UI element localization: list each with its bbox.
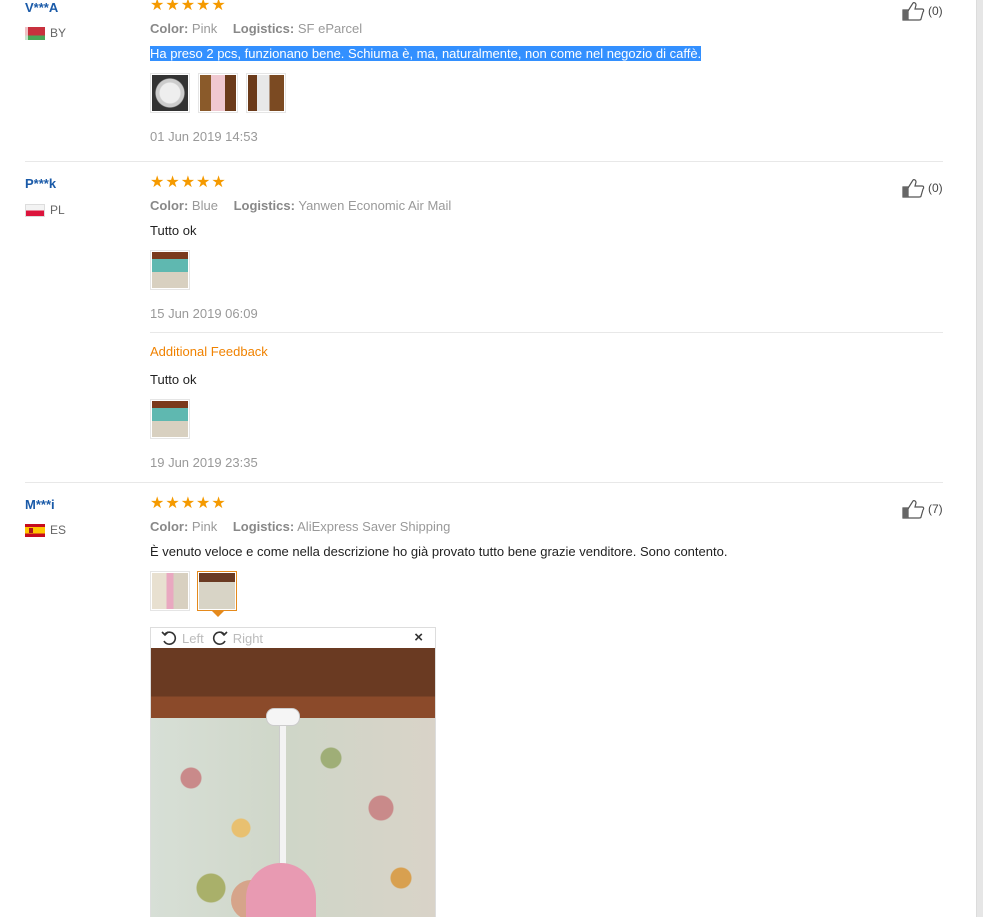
logistics-value: SF eParcel bbox=[297, 21, 363, 36]
rotate-left-label: Left bbox=[182, 630, 204, 646]
reviewer-name[interactable]: P***k bbox=[25, 176, 56, 191]
color-value: Blue bbox=[191, 198, 218, 213]
review-attributes: Color: Blue Logistics: Yanwen Economic A… bbox=[150, 198, 451, 213]
reviewer-country: BY bbox=[50, 26, 67, 40]
rotate-right-button[interactable]: Right bbox=[212, 630, 263, 646]
review-photo-large bbox=[151, 648, 435, 917]
review-photo-thumb[interactable] bbox=[150, 73, 190, 113]
rotate-left-icon bbox=[161, 631, 177, 645]
review-date: 01 Jun 2019 14:53 bbox=[150, 129, 258, 144]
logistics-label: Logistics: bbox=[232, 21, 295, 36]
review-attributes: Color: Pink Logistics: AliExpress Saver … bbox=[150, 519, 450, 534]
photo-viewer-toolbar: Left Right × bbox=[151, 628, 435, 648]
rotate-left-button[interactable]: Left bbox=[161, 630, 204, 646]
color-label: Color: bbox=[150, 198, 189, 213]
review-photo-thumb[interactable] bbox=[198, 73, 238, 113]
additional-feedback-text: Tutto ok bbox=[150, 372, 197, 387]
review-date: 15 Jun 2019 06:09 bbox=[150, 306, 258, 321]
review-photo-thumb[interactable] bbox=[246, 73, 286, 113]
helpful-button[interactable]: (0) bbox=[902, 178, 943, 198]
rating-stars: ★★★★★ bbox=[150, 174, 227, 191]
review-attributes: Color: Pink Logistics: SF eParcel bbox=[150, 21, 362, 36]
thumbs-up-icon bbox=[902, 500, 925, 519]
reviewer-name[interactable]: V***A bbox=[25, 0, 58, 15]
logistics-value: Yanwen Economic Air Mail bbox=[298, 198, 452, 213]
review-photo-thumb[interactable] bbox=[150, 250, 190, 290]
rotate-right-icon bbox=[212, 631, 228, 645]
close-icon[interactable]: × bbox=[414, 629, 423, 646]
flag-icon bbox=[25, 27, 45, 40]
color-value: Pink bbox=[191, 519, 218, 534]
reviewer-country: PL bbox=[50, 203, 65, 217]
reviewer-country: ES bbox=[50, 523, 67, 537]
review-text: È venuto veloce e come nella descrizione… bbox=[150, 544, 728, 559]
review-divider bbox=[25, 161, 943, 162]
rating-stars: ★★★★★ bbox=[150, 0, 227, 14]
additional-feedback-divider bbox=[150, 332, 943, 333]
additional-feedback-date: 19 Jun 2019 23:35 bbox=[150, 455, 258, 470]
review-divider bbox=[25, 482, 943, 483]
thumbs-up-icon bbox=[902, 2, 925, 21]
review-photo-thumb[interactable] bbox=[150, 571, 190, 611]
helpful-button[interactable]: (0) bbox=[902, 1, 943, 21]
review-photo-thumb[interactable] bbox=[150, 399, 190, 439]
logistics-value: AliExpress Saver Shipping bbox=[297, 519, 451, 534]
helpful-count: (0) bbox=[928, 4, 943, 18]
logistics-label: Logistics: bbox=[233, 198, 295, 213]
color-label: Color: bbox=[150, 21, 189, 36]
viewer-pointer bbox=[212, 611, 224, 617]
reviewer-name[interactable]: M***i bbox=[25, 497, 55, 512]
page-scrollbar[interactable] bbox=[976, 0, 983, 917]
logistics-label: Logistics: bbox=[232, 519, 295, 534]
thumbs-up-icon bbox=[902, 179, 925, 198]
photo-viewer: Left Right × bbox=[150, 627, 436, 917]
helpful-button[interactable]: (7) bbox=[902, 499, 943, 519]
color-value: Pink bbox=[191, 21, 218, 36]
rating-stars: ★★★★★ bbox=[150, 495, 227, 512]
flag-icon bbox=[25, 204, 45, 217]
review-text: Tutto ok bbox=[150, 223, 197, 238]
helpful-count: (7) bbox=[928, 502, 943, 516]
color-label: Color: bbox=[150, 519, 189, 534]
rotate-right-label: Right bbox=[232, 630, 264, 646]
review-text: Ha preso 2 pcs, funzionano bene. Schiuma… bbox=[150, 46, 702, 61]
flag-icon bbox=[25, 524, 45, 537]
additional-feedback-heading: Additional Feedback bbox=[150, 344, 268, 359]
review-photo-thumb-selected[interactable] bbox=[197, 571, 237, 611]
helpful-count: (0) bbox=[928, 181, 943, 195]
selected-review-text: Ha preso 2 pcs, funzionano bene. Schiuma… bbox=[150, 46, 702, 61]
